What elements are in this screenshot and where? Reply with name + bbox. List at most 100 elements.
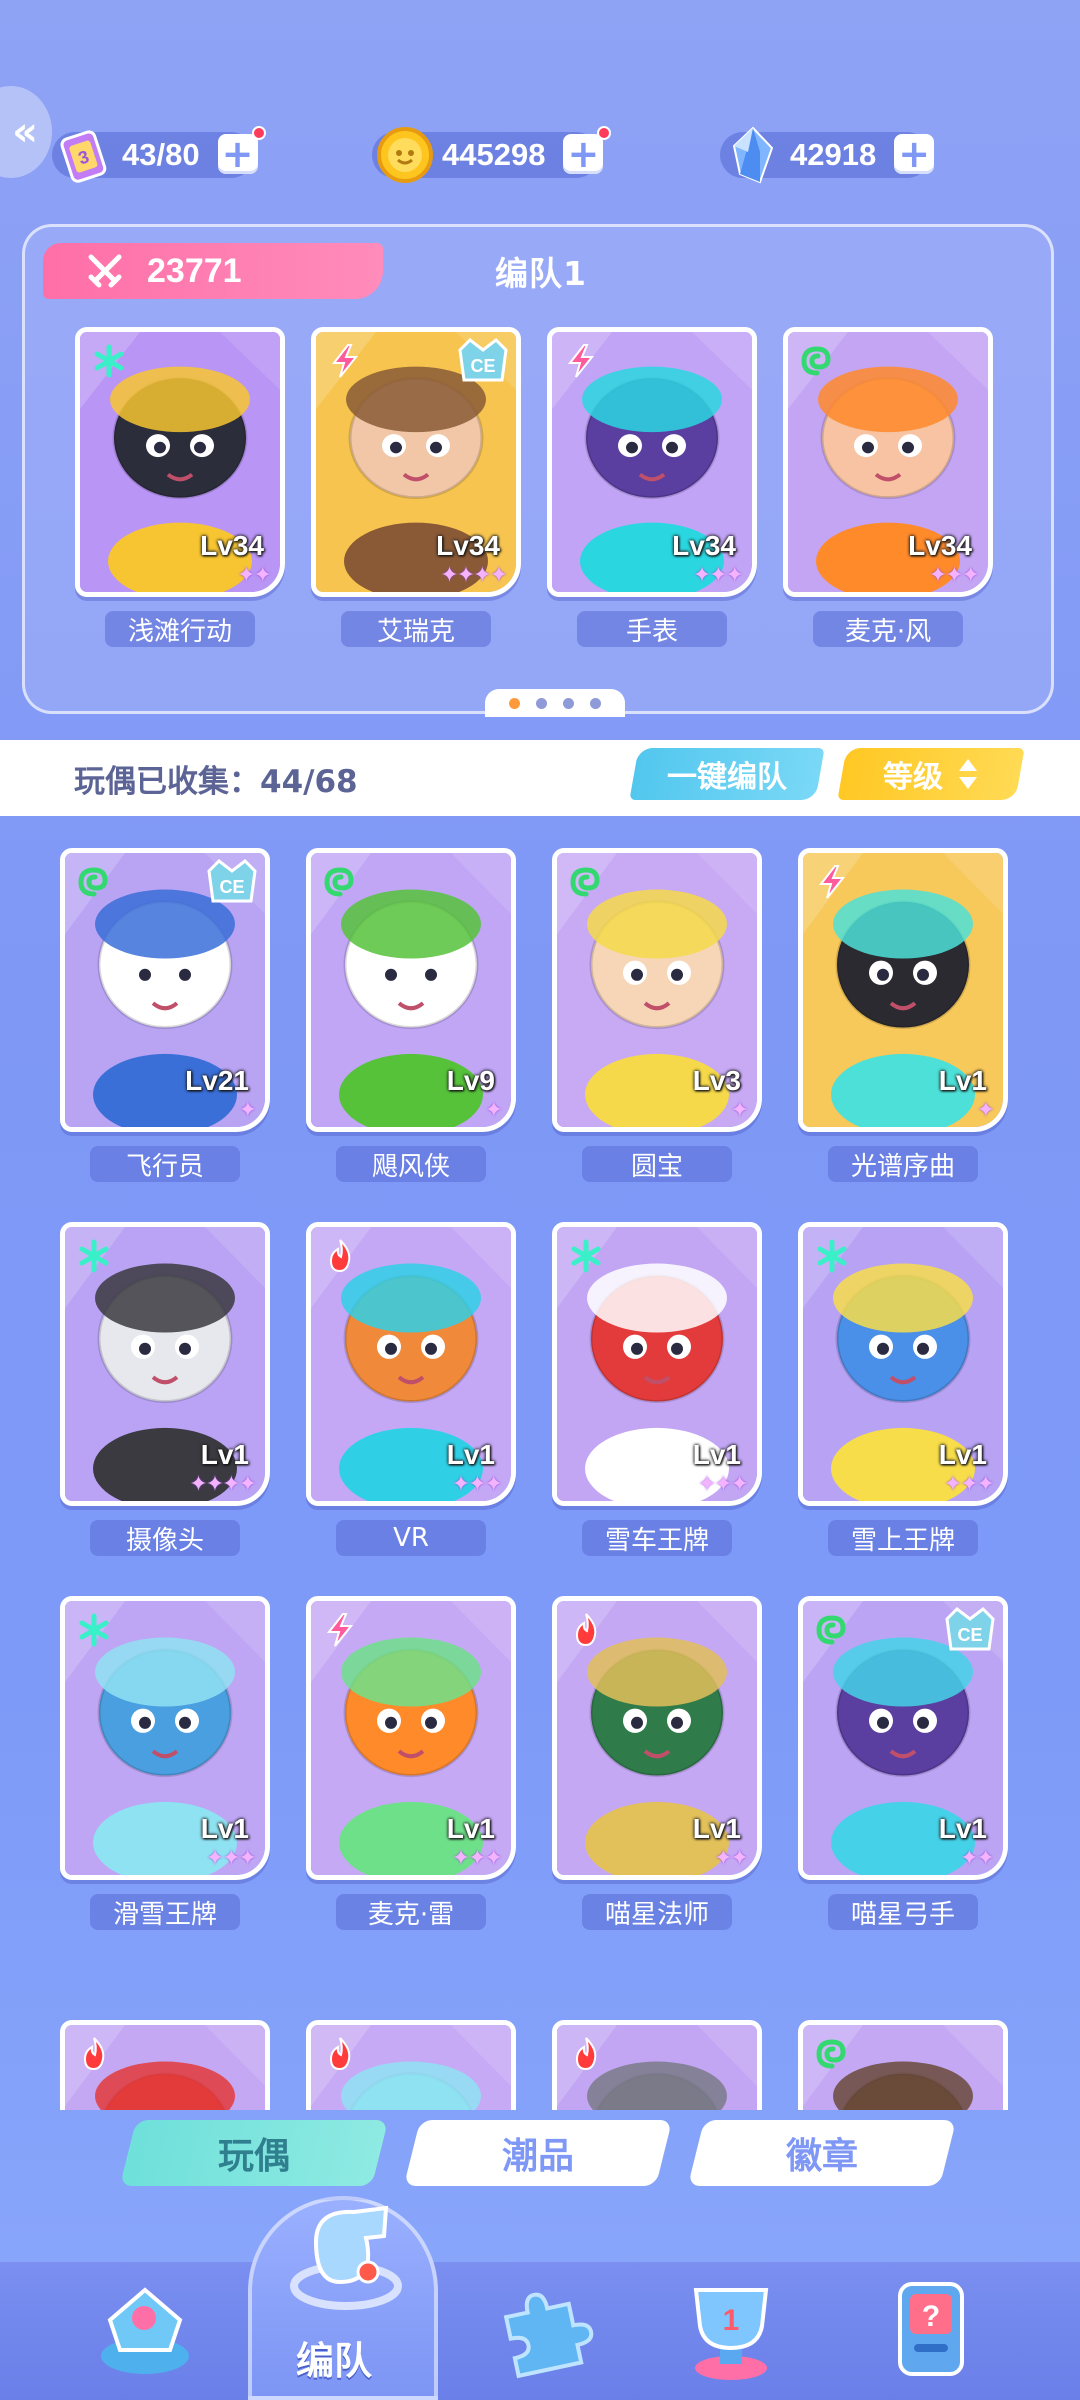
doll-card[interactable]: Lv1 ✦✦✦ 雪车王牌: [552, 1222, 762, 1556]
doll-card-partial[interactable]: [798, 2020, 1008, 2110]
doll-star-rating: ✦✦✦: [451, 1846, 503, 1871]
doll-name: 麦克·风: [813, 611, 963, 647]
doll-star-rating: ✦: [238, 1098, 257, 1123]
doll-card[interactable]: Lv1 ✦✦✦ VR: [306, 1222, 516, 1556]
svg-text:CE: CE: [470, 356, 495, 376]
doll-star-rating: ✦: [484, 1098, 503, 1123]
tab-badges[interactable]: 徽章: [687, 2120, 957, 2186]
doll-card-frame: Lv1 ✦✦✦: [552, 1222, 762, 1506]
doll-name: 喵星弓手: [828, 1894, 978, 1930]
page-dot: [563, 697, 574, 709]
doll-card-frame: Lv1 ✦✦: [552, 1596, 762, 1880]
doll-level: Lv34: [908, 530, 972, 561]
doll-card[interactable]: Lv1 ✦ 光谱序曲: [798, 848, 1008, 1182]
doll-card[interactable]: Lv1 ✦✦✦ 麦克·雷: [306, 1596, 516, 1930]
back-button[interactable]: «: [0, 86, 52, 178]
doll-level: Lv1: [692, 1439, 741, 1470]
doll-card-partial[interactable]: [306, 2020, 516, 2110]
doll-name: 雪车王牌: [582, 1520, 732, 1556]
stamina-counter: 3 43/80 +: [52, 126, 266, 183]
ice-element-icon: [94, 344, 124, 378]
wind-element-icon: [78, 867, 108, 897]
lightning-element-icon: [567, 344, 595, 378]
ice-element-icon: [571, 1239, 601, 1273]
add-coin-button[interactable]: +: [563, 126, 612, 174]
wind-element-icon: [816, 1615, 846, 1645]
doll-card-frame: Lv1 ✦: [798, 848, 1008, 1132]
add-stamina-button[interactable]: +: [217, 126, 266, 174]
doll-card[interactable]: Lv1 ✦✦✦✦ 摄像头: [60, 1222, 270, 1556]
tab-dolls[interactable]: 玩偶: [119, 2120, 389, 2186]
fire-element-icon: [83, 2037, 105, 2071]
collection-bar: 玩偶已收集：44/68 一键编队 等级: [0, 740, 1080, 816]
tab-trendy-items-label: 潮品: [501, 2136, 574, 2177]
ce-crown-badge-icon: CE: [945, 1607, 995, 1651]
nav-team[interactable]: [276, 2186, 416, 2326]
doll-card-frame: Lv34 ✦✦: [75, 327, 285, 597]
doll-name: 雪上王牌: [828, 1520, 978, 1556]
page-dot: [509, 697, 520, 709]
tab-badges-label: 徽章: [785, 2136, 858, 2177]
doll-card[interactable]: Lv34 ✦✦✦ 麦克·风: [783, 327, 993, 647]
nav-trophy[interactable]: 1: [666, 2260, 796, 2390]
doll-card[interactable]: Lv34 ✦✦ 浅滩行动: [75, 327, 285, 647]
doll-name: 圆宝: [582, 1146, 732, 1182]
doll-card-frame: CE Lv34 ✦✦✦✦: [311, 327, 521, 597]
doll-level: Lv1: [938, 1813, 987, 1844]
gem-counter: 42918 +: [720, 126, 935, 184]
crossed-swords-icon: [88, 254, 122, 288]
svg-text:?: ?: [922, 2300, 940, 2333]
nav-mystery[interactable]: ?: [866, 2260, 996, 2390]
doll-card[interactable]: CE Lv1 ✦✦ 喵星弓手: [798, 1596, 1008, 1930]
doll-star-rating: ✦✦: [714, 1846, 749, 1871]
doll-level: Lv1: [692, 1813, 741, 1844]
doll-star-rating: ✦✦✦✦: [189, 1472, 257, 1497]
doll-card[interactable]: Lv1 ✦✦ 喵星法师: [552, 1596, 762, 1930]
mystery-machine-icon: ?: [898, 2282, 964, 2376]
nav-shop[interactable]: [80, 2260, 210, 2390]
doll-card-frame: Lv9 ✦: [306, 848, 516, 1132]
fire-element-icon: [329, 2037, 351, 2071]
doll-level: Lv1: [446, 1813, 495, 1844]
doll-card-partial[interactable]: [552, 2020, 762, 2110]
doll-card-partial[interactable]: [60, 2020, 270, 2110]
nav-puzzle[interactable]: [476, 2260, 606, 2390]
doll-card[interactable]: Lv9 ✦ 飓风侠: [306, 848, 516, 1182]
ice-element-icon: [817, 1239, 847, 1273]
doll-name: 麦克·雷: [336, 1894, 486, 1930]
doll-card[interactable]: Lv3 ✦ 圆宝: [552, 848, 762, 1182]
doll-name: 艾瑞克: [341, 611, 491, 647]
page-dot: [536, 697, 547, 709]
doll-card[interactable]: Lv1 ✦✦✦ 雪上王牌: [798, 1222, 1008, 1556]
team-panel: 23771 编队1 Lv34 ✦✦ 浅滩行动 CE Lv34 ✦✦✦✦ 艾瑞克 Lv34 ✦✦✦…: [22, 224, 1054, 717]
auto-team-button[interactable]: 一键编队: [629, 748, 825, 800]
doll-star-rating: ✦✦✦: [943, 1472, 995, 1497]
doll-star-rating: ✦✦✦: [928, 563, 980, 588]
doll-card[interactable]: CE Lv21 ✦ 飞行员: [60, 848, 270, 1182]
doll-level: Lv1: [938, 1439, 987, 1470]
doll-card[interactable]: Lv1 ✦✦✦ 滑雪王牌: [60, 1596, 270, 1930]
doll-level: Lv9: [446, 1065, 495, 1096]
doll-star-rating: ✦✦✦✦: [440, 563, 508, 588]
wind-element-icon: [801, 346, 831, 376]
doll-card-frame: Lv1 ✦✦✦: [306, 1222, 516, 1506]
sort-level-button[interactable]: 等级: [837, 748, 1025, 800]
doll-star-rating: ✦: [730, 1098, 749, 1123]
svg-text:CE: CE: [219, 877, 244, 897]
doll-level: Lv1: [938, 1065, 987, 1096]
nav-team-label: 编队: [296, 2339, 373, 2383]
svg-text:1: 1: [723, 2304, 740, 2337]
double-chevron-left-icon: «: [12, 109, 38, 155]
doll-card[interactable]: Lv34 ✦✦✦ 手表: [547, 327, 757, 647]
tab-trendy-items[interactable]: 潮品: [403, 2120, 673, 2186]
ice-element-icon: [79, 1239, 109, 1273]
fire-element-icon: [329, 1239, 351, 1273]
team-page-indicator[interactable]: [485, 689, 625, 717]
doll-name: 飞行员: [90, 1146, 240, 1182]
doll-card[interactable]: CE Lv34 ✦✦✦✦ 艾瑞克: [311, 327, 521, 647]
page-dot: [590, 697, 601, 709]
doll-card-frame: Lv34 ✦✦✦: [547, 327, 757, 597]
add-gem-button[interactable]: +: [894, 134, 935, 174]
doll-card-frame: Lv1 ✦✦✦: [798, 1222, 1008, 1506]
doll-card-frame: CE Lv1 ✦✦: [798, 1596, 1008, 1880]
